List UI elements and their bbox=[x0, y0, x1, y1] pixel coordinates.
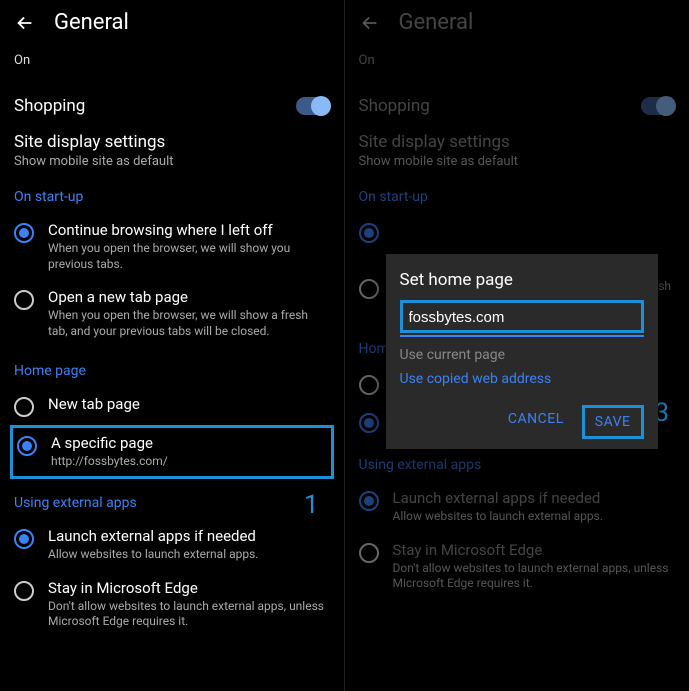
radio-icon[interactable] bbox=[359, 491, 379, 511]
external-heading: Using external apps bbox=[0, 479, 344, 519]
on-status: On bbox=[345, 53, 689, 88]
radio-icon[interactable] bbox=[17, 436, 37, 456]
input-underline bbox=[400, 335, 644, 337]
page-title: General bbox=[399, 10, 474, 35]
home-specific[interactable]: A specific page http://fossbytes.com/ bbox=[17, 434, 327, 470]
ext-stay[interactable]: Stay in Microsoft Edge Don't allow websi… bbox=[0, 571, 344, 638]
shopping-toggle[interactable] bbox=[296, 97, 330, 115]
site-display-section[interactable]: Site display settings Show mobile site a… bbox=[345, 124, 689, 173]
shopping-row[interactable]: Shopping bbox=[0, 88, 344, 124]
right-panel: General On Shopping Site display setting… bbox=[345, 0, 689, 691]
home-specific-highlight: A specific page http://fossbytes.com/ bbox=[10, 425, 334, 479]
use-current-link[interactable]: Use current page bbox=[400, 343, 644, 367]
site-display-title: Site display settings bbox=[14, 132, 330, 152]
dialog-title: Set home page bbox=[400, 270, 644, 290]
home-newtab[interactable]: New tab page bbox=[0, 387, 344, 425]
set-home-page-dialog: Set home page Use current page Use copie… bbox=[386, 254, 658, 449]
cancel-button[interactable]: CANCEL bbox=[498, 405, 574, 439]
page-title: General bbox=[54, 10, 129, 35]
startup-heading: On start-up bbox=[345, 173, 689, 213]
url-input-highlight bbox=[400, 300, 644, 333]
home-heading: Home page bbox=[0, 347, 344, 387]
radio-icon[interactable] bbox=[14, 397, 34, 417]
site-display-section[interactable]: Site display settings Show mobile site a… bbox=[0, 124, 344, 173]
header: General bbox=[0, 0, 344, 53]
ext-stay[interactable]: Stay in Microsoft Edge Don't allow websi… bbox=[345, 533, 689, 600]
radio-icon[interactable] bbox=[14, 529, 34, 549]
radio-icon[interactable] bbox=[14, 223, 34, 243]
ext-launch[interactable]: Launch external apps if needed Allow web… bbox=[345, 481, 689, 533]
startup-newtab[interactable]: Open a new tab page When you open the br… bbox=[0, 280, 344, 347]
on-status: On bbox=[0, 53, 344, 88]
startup-heading: On start-up bbox=[0, 173, 344, 213]
radio-icon[interactable] bbox=[14, 581, 34, 601]
startup-continue[interactable]: Continue browsing where I left off When … bbox=[0, 213, 344, 280]
url-input[interactable] bbox=[409, 309, 635, 326]
save-button[interactable]: SAVE bbox=[582, 405, 644, 439]
use-copied-link[interactable]: Use copied web address bbox=[400, 367, 644, 391]
annotation-1: 1 bbox=[304, 490, 319, 520]
shopping-label: Shopping bbox=[14, 96, 85, 116]
ext-launch[interactable]: Launch external apps if needed Allow web… bbox=[0, 519, 344, 571]
radio-icon[interactable] bbox=[359, 279, 379, 299]
back-icon[interactable] bbox=[359, 12, 381, 34]
shopping-row[interactable]: Shopping bbox=[345, 88, 689, 124]
radio-icon[interactable] bbox=[359, 413, 379, 433]
radio-icon[interactable] bbox=[359, 223, 379, 243]
radio-icon[interactable] bbox=[359, 375, 379, 395]
left-panel: General On Shopping Site display setting… bbox=[0, 0, 345, 691]
site-display-sub: Show mobile site as default bbox=[14, 154, 330, 169]
radio-icon[interactable] bbox=[359, 543, 379, 563]
shopping-toggle[interactable] bbox=[641, 97, 675, 115]
header: General bbox=[345, 0, 689, 53]
back-icon[interactable] bbox=[14, 12, 36, 34]
radio-icon[interactable] bbox=[14, 290, 34, 310]
